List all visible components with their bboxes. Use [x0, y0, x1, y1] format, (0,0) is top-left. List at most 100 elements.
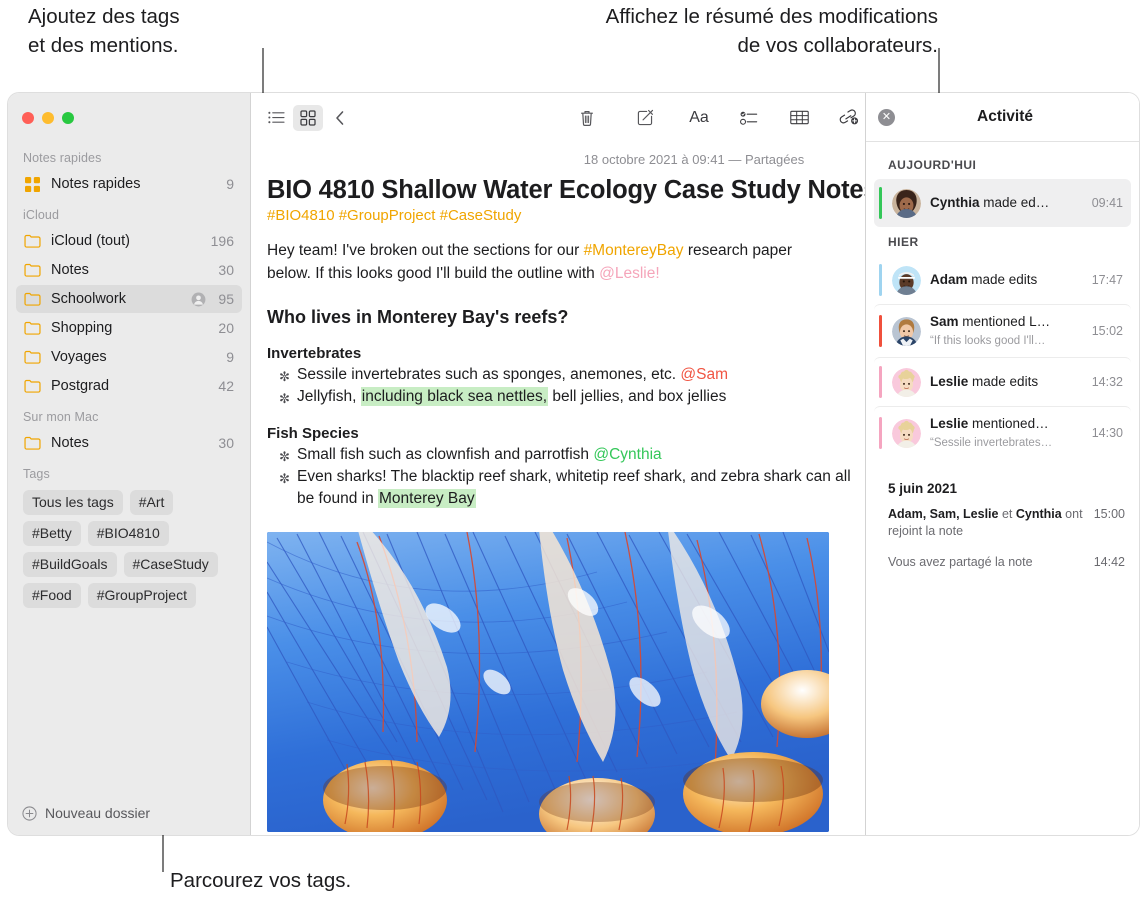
tag-chip-casestudy[interactable]: #CaseStudy: [123, 552, 218, 577]
intro-tag-montereybay[interactable]: #MontereyBay: [584, 242, 684, 259]
list-item: Sessile invertebrates such as sponges, a…: [267, 364, 867, 388]
list-item-text: Sessile invertebrates such as sponges, a…: [297, 366, 681, 383]
activity-row-adam[interactable]: Adam made edits 17:47: [874, 256, 1131, 304]
tag-chip-art[interactable]: #Art: [129, 490, 174, 515]
activity-color-bar: [879, 187, 882, 219]
back-chevron-icon[interactable]: [325, 105, 355, 131]
sidebar-item-count: 42: [218, 378, 234, 394]
screenshot-root: Ajoutez des tags et des mentions. Affich…: [0, 0, 1146, 904]
activity-mid: et: [998, 507, 1016, 521]
activity-title: Activité: [977, 108, 1033, 125]
mention-sam[interactable]: @Sam: [680, 366, 728, 383]
sidebar-item-label: Shopping: [51, 320, 113, 336]
folder-icon: [23, 291, 42, 307]
folder-icon: [23, 262, 42, 278]
adam-avatar: [892, 265, 921, 295]
activity-panel: ✕ Activité AUJOURD'HUI Cynthia made ed…: [865, 93, 1139, 835]
sidebar-item-notes[interactable]: Notes 30: [16, 256, 242, 284]
sidebar-item-label: Schoolwork: [51, 291, 126, 307]
trash-icon[interactable]: [572, 105, 602, 131]
activity-line: Leslie made edits: [930, 374, 1038, 389]
new-folder-button[interactable]: Nouveau dossier: [8, 791, 250, 835]
sidebar-item-voyages[interactable]: Voyages 9: [16, 343, 242, 371]
list-item: Jellyfish, including black sea nettles, …: [267, 386, 867, 410]
sidebar-section-title: Notes rapides: [23, 151, 102, 165]
activity-names: Adam, Sam, Leslie: [888, 507, 999, 521]
sidebar-item-count: 95: [218, 291, 234, 307]
sidebar-item-count: 20: [218, 320, 234, 336]
list-item: Small fish such as clownfish and parrotf…: [267, 444, 867, 468]
tag-chip-bio4810[interactable]: #BIO4810: [87, 521, 169, 546]
sidebar-section-title: Sur mon Mac: [23, 410, 99, 424]
zoom-window-button[interactable]: [62, 112, 74, 124]
new-folder-label: Nouveau dossier: [45, 805, 151, 821]
list-item-text: Small fish such as clownfish and parrotf…: [297, 446, 594, 463]
activity-name: Sam: [930, 314, 959, 329]
sidebar-item-label: Postgrad: [51, 378, 110, 394]
sidebar-section-title: iCloud: [23, 208, 60, 222]
folder-icon: [23, 435, 42, 451]
activity-list[interactable]: AUJOURD'HUI Cynthia made ed… 09:41 HIER …: [866, 142, 1139, 835]
activity-plain-row-joined: Adam, Sam, Leslie et Cynthia ont rejoint…: [866, 504, 1139, 542]
sidebar-item-shopping[interactable]: Shopping 20: [16, 314, 242, 342]
format-aa-icon[interactable]: Aa: [684, 105, 714, 131]
sidebar-item-schoolwork[interactable]: Schoolwork 95: [16, 285, 242, 313]
activity-time: 17:47: [1091, 273, 1123, 287]
sidebar-item-postgrad[interactable]: Postgrad 42: [16, 372, 242, 400]
jellyfish-photo[interactable]: [267, 532, 829, 832]
activity-group-title-today: AUJOURD'HUI: [888, 158, 977, 172]
tag-chip-buildgoals[interactable]: #BuildGoals: [23, 552, 117, 577]
activity-action: mentioned…: [968, 416, 1049, 431]
activity-name: Adam: [930, 272, 968, 287]
mention-cynthia[interactable]: @Cynthia: [593, 446, 661, 463]
cynthia-avatar: [892, 188, 921, 218]
sidebar-item-label: Notes: [51, 262, 89, 278]
activity-action: made edits: [968, 374, 1039, 389]
activity-name: Leslie: [930, 416, 969, 431]
table-icon[interactable]: [784, 105, 814, 131]
tag-chip-groupproject[interactable]: #GroupProject: [87, 583, 196, 608]
sidebar-item-notes-rapides[interactable]: Notes rapides 9: [16, 170, 242, 198]
activity-plain-text: Adam, Sam, Leslie et Cynthia ont rejoint…: [888, 506, 1094, 540]
sidebar-item-label: iCloud (tout): [51, 233, 130, 249]
tag-browser: Tous les tags #Art #Betty #BIO4810 #Buil…: [8, 485, 250, 612]
activity-plain-text: Vous avez partagé la note: [888, 555, 1033, 569]
sidebar-item-mac-notes[interactable]: Notes 30: [16, 429, 242, 457]
activity-time: 14:42: [1093, 555, 1125, 569]
activity-time: 09:41: [1091, 196, 1123, 210]
intro-text-1: Hey team! I've broken out the sections f…: [267, 242, 584, 259]
main-area: Aa 18 octobre 2021 à 09:41 — Partagées B…: [250, 93, 1139, 835]
activity-text-block: Sam mentioned L… “If this looks good I'l…: [930, 313, 1086, 349]
highlighted-text: including black sea nettles,: [360, 387, 549, 406]
activity-color-bar: [879, 366, 882, 398]
tag-chip-betty[interactable]: #Betty: [23, 521, 81, 546]
activity-action: made edits: [967, 272, 1038, 287]
activity-time: 14:30: [1091, 426, 1123, 440]
activity-row-sam[interactable]: Sam mentioned L… “If this looks good I'l…: [874, 304, 1131, 357]
gallery-view-icon[interactable]: [293, 104, 323, 131]
intro-mention-leslie[interactable]: @Leslie!: [599, 265, 660, 282]
activity-time: 15:00: [1093, 507, 1125, 521]
link-add-icon[interactable]: [834, 105, 864, 131]
list-view-icon[interactable]: [261, 105, 291, 131]
sidebar-list[interactable]: Notes rapides Notes rapides 9 iCloud iCl…: [8, 142, 250, 791]
activity-name: Cynthia: [930, 195, 980, 210]
list-item-pre: Jellyfish,: [297, 388, 361, 405]
close-window-button[interactable]: [22, 112, 34, 124]
quick-notes-icon: [23, 176, 42, 192]
activity-line: Cynthia made ed…: [930, 195, 1049, 210]
sidebar-item-icloud-tout[interactable]: iCloud (tout) 196: [16, 227, 242, 255]
activity-row-leslie-mentioned[interactable]: Leslie mentioned… “Sessile invertebrates…: [874, 406, 1131, 459]
activity-line: Sam mentioned L…: [930, 314, 1050, 329]
tag-chip-food[interactable]: #Food: [23, 583, 81, 608]
tag-chip-all[interactable]: Tous les tags: [23, 490, 123, 515]
sidebar-item-count: 30: [218, 435, 234, 451]
activity-action: mentioned L…: [958, 314, 1051, 329]
folder-icon: [23, 349, 42, 365]
content-area: 18 octobre 2021 à 09:41 — Partagées BIO …: [251, 93, 1139, 835]
minimize-window-button[interactable]: [42, 112, 54, 124]
checklist-icon[interactable]: [734, 105, 764, 131]
compose-icon[interactable]: [630, 105, 660, 131]
activity-row-leslie-edits[interactable]: Leslie made edits 14:32: [874, 357, 1131, 406]
activity-row-cynthia[interactable]: Cynthia made ed… 09:41: [874, 179, 1131, 227]
